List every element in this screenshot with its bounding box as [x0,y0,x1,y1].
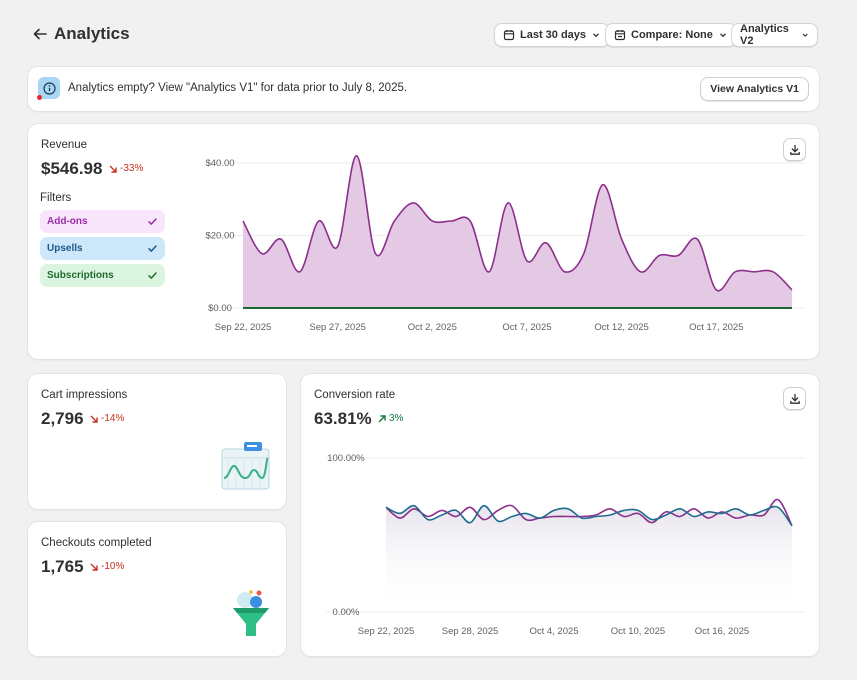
revenue-delta: -33% [109,163,143,174]
cart-delta-value: -14% [101,413,125,424]
conversion-chart: 100.00% 0.00% Sep 22, 2025 Sep 28, 2025 Oct … [326,453,804,637]
chart-illustration-icon [221,442,270,490]
conversion-shadow-area [386,505,792,612]
compare-label: Compare: None [631,29,713,41]
banner-text: Analytics empty? View "Analytics V1" for… [68,82,408,94]
filter-chip-add-ons[interactable]: Add-ons [40,210,165,233]
y-tick-label: $40.00 [205,158,234,169]
checkouts-value: 1,765 [41,557,84,576]
y-tick-label: 100.00% [327,453,365,464]
checkouts-completed-card: Checkouts completed 1,765 -10% [28,522,286,656]
chevron-down-icon [719,33,726,38]
x-tick-label: Sep 27, 2025 [309,322,366,333]
x-tick-label: Oct 10, 2025 [611,626,665,637]
arrow-down-right-icon [109,165,117,173]
x-tick-label: Oct 16, 2025 [695,626,749,637]
version-select-button[interactable]: Analytics V2 [731,23,818,47]
x-tick-label: Oct 7, 2025 [502,322,551,333]
arrow-down-right-icon [90,563,98,571]
filter-chip-label: Upsells [47,243,83,254]
date-range-button[interactable]: Last 30 days [494,23,611,47]
checkmark-icon [148,218,157,225]
download-button[interactable] [783,387,806,410]
conversion-value: 63.81% [314,409,372,428]
filter-chip-subscriptions[interactable]: Subscriptions [40,264,165,287]
chevron-down-icon [593,33,600,38]
info-banner: Analytics empty? View "Analytics V1" for… [28,67,819,111]
back-arrow-icon[interactable] [30,24,50,44]
conversion-rate-card: Conversion rate 63.81% 3% 100.00% 0.00% Se… [301,374,819,656]
page-header: Analytics Last 30 days Compare: None Ana… [28,22,818,48]
checkmark-icon [148,245,157,252]
version-label: Analytics V2 [740,23,789,47]
revenue-value: $546.98 [41,159,103,178]
y-tick-label: $0.00 [208,303,232,314]
revenue-card: Revenue $546.98 -33% Filters $40.00 $20.0… [28,124,819,359]
x-tick-label: Oct 17, 2025 [689,322,743,333]
filter-chip-upsells[interactable]: Upsells [40,237,165,260]
conversion-title: Conversion rate [314,389,396,401]
x-tick-label: Sep 22, 2025 [215,322,272,333]
arrow-down-right-icon [90,415,98,423]
conversion-delta-value: 3% [389,413,404,424]
filter-chip-label: Add-ons [47,216,88,227]
checkmark-icon [148,272,157,279]
view-analytics-v1-button[interactable]: View Analytics V1 [700,77,809,101]
checkouts-delta: -10% [90,561,124,572]
revenue-delta-value: -33% [120,163,144,174]
date-range-label: Last 30 days [520,29,587,41]
calendar-compare-icon [614,30,626,41]
revenue-title: Revenue [41,139,88,151]
page-title: Analytics [54,24,130,43]
cart-impressions-delta: -14% [90,413,124,424]
calendar-icon [503,30,515,41]
x-tick-label: Oct 2, 2025 [408,322,457,333]
compare-button[interactable]: Compare: None [605,23,737,47]
checkouts-delta-value: -10% [101,561,125,572]
checkouts-title: Checkouts completed [41,537,152,549]
notification-dot [37,95,42,100]
revenue-chart: $40.00 $20.00 $0.00 Sep 22, 2025 Sep 27, 202… [205,154,804,333]
y-tick-label: $20.00 [205,231,234,242]
funnel-illustration-icon [233,590,269,636]
cart-impressions-card: Cart impressions 2,796 -14% [28,374,286,509]
conversion-delta: 3% [378,413,403,424]
x-tick-label: Sep 28, 2025 [442,626,499,637]
cart-impressions-value: 2,796 [41,409,84,428]
x-tick-label: Oct 4, 2025 [529,626,578,637]
arrow-up-right-icon [378,414,386,422]
filter-chip-label: Subscriptions [47,270,114,281]
download-icon [789,393,800,404]
cart-impressions-title: Cart impressions [41,389,128,401]
y-tick-label: 0.00% [333,607,360,618]
filters-label: Filters [40,192,72,204]
chevron-down-icon [802,33,808,37]
x-tick-label: Sep 22, 2025 [358,626,415,637]
x-tick-label: Oct 12, 2025 [594,322,648,333]
